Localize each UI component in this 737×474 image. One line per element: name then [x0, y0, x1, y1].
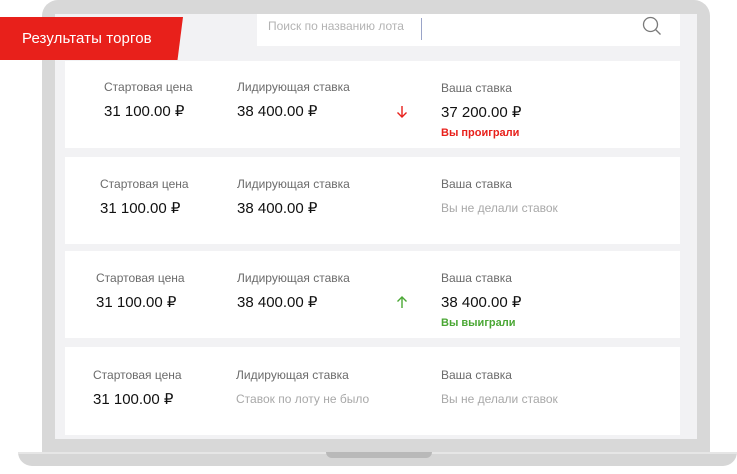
- leading-bid-value: 38 400.00 ₽: [237, 103, 318, 120]
- laptop-notch: [326, 452, 432, 458]
- start-price-label: Стартовая цена: [104, 80, 193, 94]
- leading-bid-column: Лидирующая ставка 38 400.00 ₽: [237, 271, 350, 311]
- no-bid-note: Вы не делали ставок: [441, 392, 558, 406]
- lot-card[interactable]: Стартовая цена 31 100.00 ₽ Лидирующая ст…: [65, 347, 680, 435]
- your-bid-value: 38 400.00 ₽: [441, 294, 522, 311]
- your-bid-label: Ваша ставка: [441, 81, 512, 95]
- your-bid-column: Ваша ставка Вы не делали ставок: [441, 368, 558, 406]
- start-price-label: Стартовая цена: [96, 271, 185, 285]
- arrow-down-icon: [397, 106, 407, 118]
- no-bids-note: Ставок по лоту не было: [236, 392, 370, 406]
- start-price-column: Стартовая цена 31 100.00 ₽: [104, 80, 193, 120]
- your-bid-label: Ваша ставка: [441, 368, 512, 382]
- search-input[interactable]: [268, 16, 428, 36]
- your-bid-column: Ваша ставка Вы не делали ставок: [441, 177, 558, 215]
- start-price-label: Стартовая цена: [100, 177, 189, 191]
- search-box[interactable]: [257, 14, 680, 46]
- start-price-column: Стартовая цена 31 100.00 ₽: [93, 368, 182, 408]
- leading-bid-label: Лидирующая ставка: [237, 177, 350, 191]
- text-caret: [421, 18, 422, 40]
- your-bid-label: Ваша ставка: [441, 177, 512, 191]
- your-bid-value: 37 200.00 ₽: [441, 104, 522, 121]
- leading-bid-label: Лидирующая ставка: [237, 271, 350, 285]
- start-price-column: Стартовая цена 31 100.00 ₽: [96, 271, 185, 311]
- your-bid-label: Ваша ставка: [441, 271, 512, 285]
- page-title-tag: Результаты торгов: [0, 17, 183, 60]
- leading-bid-value: 38 400.00 ₽: [237, 200, 318, 217]
- leading-bid-label: Лидирующая ставка: [237, 80, 350, 94]
- search-icon[interactable]: [642, 16, 662, 36]
- start-price-value: 31 100.00 ₽: [96, 294, 177, 311]
- leading-bid-column: Лидирующая ставка 38 400.00 ₽: [237, 177, 350, 217]
- start-price-value: 31 100.00 ₽: [100, 200, 181, 217]
- status-lost: Вы проиграли: [441, 127, 520, 139]
- start-price-value: 31 100.00 ₽: [93, 391, 174, 408]
- start-price-value: 31 100.00 ₽: [104, 103, 185, 120]
- start-price-label: Стартовая цена: [93, 368, 182, 382]
- leading-bid-value: 38 400.00 ₽: [237, 294, 318, 311]
- leading-bid-column: Лидирующая ставка 38 400.00 ₽: [237, 80, 350, 120]
- your-bid-column: Ваша ставка 37 200.00 ₽ Вы проиграли: [441, 81, 521, 139]
- page-title: Результаты торгов: [22, 30, 152, 47]
- status-won: Вы выиграли: [441, 317, 516, 329]
- arrow-up-icon: [397, 296, 407, 308]
- leading-bid-column: Лидирующая ставка Ставок по лоту не было: [236, 368, 369, 406]
- lot-card[interactable]: Стартовая цена 31 100.00 ₽ Лидирующая ст…: [65, 157, 680, 244]
- lot-card[interactable]: Стартовая цена 31 100.00 ₽ Лидирующая ст…: [65, 61, 680, 148]
- start-price-column: Стартовая цена 31 100.00 ₽: [100, 177, 189, 217]
- your-bid-column: Ваша ставка 38 400.00 ₽ Вы выиграли: [441, 271, 521, 329]
- lot-card[interactable]: Стартовая цена 31 100.00 ₽ Лидирующая ст…: [65, 251, 680, 338]
- no-bid-note: Вы не делали ставок: [441, 201, 558, 215]
- leading-bid-label: Лидирующая ставка: [236, 368, 349, 382]
